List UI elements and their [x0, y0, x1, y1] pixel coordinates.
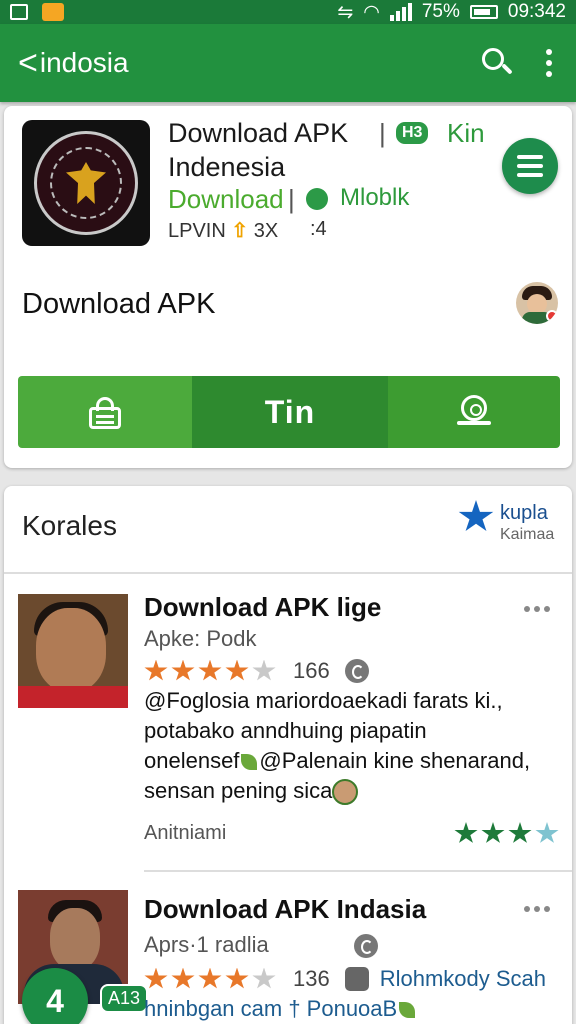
section-title: Download APK [22, 288, 216, 320]
leaf-icon [241, 754, 258, 771]
rating-badge-sub: Kaimaa [500, 526, 555, 543]
footer-rating [454, 822, 559, 845]
download-link[interactable]: Download [168, 184, 284, 215]
overflow-menu-icon[interactable] [540, 45, 558, 81]
primary-action-button[interactable]: Tin [192, 376, 388, 448]
back-button[interactable]: < [18, 46, 38, 80]
app-bar-title: indosia [39, 47, 129, 78]
kin-label: Kin [447, 118, 485, 148]
star-icon [198, 659, 222, 681]
lock-icon [89, 397, 121, 429]
review-rating: 166 [144, 658, 369, 684]
review-title: Download APK Indasia [144, 894, 427, 924]
signal-icon [389, 3, 412, 21]
meta-mid: 3X [253, 220, 279, 242]
wifi-icon: ◠ [363, 1, 380, 23]
battery-percent: 75% [421, 1, 460, 22]
notification-app-icon [42, 3, 64, 21]
app-title: Download APK [168, 118, 349, 148]
star-icon [225, 659, 249, 681]
review-line: potabako anndhuing piapatin [144, 718, 427, 743]
app-info-card: Download APK | H3 Kin Indenesia Download… [4, 106, 572, 468]
star-icon [144, 659, 168, 681]
star-icon [171, 659, 195, 681]
search-icon[interactable] [480, 46, 514, 80]
lock-button[interactable] [18, 376, 192, 448]
review-body: @Foglosia mariordoaekadi farats ki., pot… [144, 686, 564, 806]
reviews-title: Korales [22, 510, 117, 541]
mini-avatar [332, 779, 359, 806]
action-bar: Tin [18, 376, 560, 448]
up-arrow-icon: ⇧ [231, 220, 254, 242]
star-empty-icon [535, 822, 559, 843]
review-subtitle: Apke: Podk [144, 626, 257, 651]
star-empty-icon [252, 659, 276, 681]
version-pill: H3 [396, 122, 429, 144]
review-link[interactable]: Rlohmkody Scah [380, 966, 546, 992]
review-more-icon[interactable] [524, 606, 550, 612]
review-count: 136 [293, 966, 330, 991]
gallery-icon [10, 4, 28, 20]
meta-right: :4 [310, 218, 327, 240]
a13-badge: A13 [100, 984, 149, 1013]
location-button[interactable] [388, 376, 560, 448]
review-body-line: hninbgan cam † PonuoaB [144, 996, 417, 1022]
leaf-icon [399, 1002, 416, 1019]
review-line: sensan pening sica [144, 778, 333, 803]
star-icon [144, 967, 168, 989]
star-icon [225, 967, 249, 989]
review-footer: Anitniami [144, 822, 227, 844]
user-avatar[interactable] [516, 282, 558, 324]
star-icon [508, 822, 532, 843]
clock: 09:342 [507, 1, 566, 22]
vibrate-icon: ⇋ [337, 1, 354, 23]
star-icon [198, 967, 222, 989]
review-line: hninbgan cam † PonuoaB [144, 996, 398, 1021]
star-icon [171, 967, 195, 989]
title-separator: | [379, 118, 386, 148]
status-bar: ⇋ ◠ 75% 09:342 [0, 0, 576, 24]
review-count: 166 [293, 658, 330, 683]
mobile-icon [306, 188, 328, 210]
download-separator: | [288, 184, 295, 214]
meta-left: LPVIN [168, 220, 226, 242]
refresh-icon[interactable] [344, 659, 369, 683]
star-empty-icon [252, 967, 276, 989]
review-line: Foglosia mariordoaekadi farats ki., [166, 688, 503, 713]
mobile-label: Mloblk [340, 184, 410, 211]
app-icon [344, 967, 369, 991]
review-more-icon[interactable] [524, 906, 550, 912]
refresh-icon[interactable] [354, 934, 378, 958]
rating-badge-title[interactable]: kupla [500, 502, 548, 525]
review-rating: 136 Rlohmkody Scah [144, 966, 546, 992]
app-subtitle: Indenesia [168, 152, 286, 182]
location-icon [457, 395, 491, 429]
divider [144, 870, 572, 872]
review-subtitle: Aprs·1 radlia [144, 932, 269, 957]
review-line: @Palenain kine shenarand, [259, 748, 531, 773]
review-title: Download APK lige [144, 592, 382, 622]
reviews-card: Korales kupla Kaimaa Download APK lige A… [4, 486, 572, 1024]
battery-icon [469, 5, 498, 19]
review-line: onelensef [144, 748, 240, 773]
meta-info: LPVIN ⇧ 3X [168, 218, 278, 243]
app-bar: < indosia [0, 24, 576, 102]
star-icon [454, 822, 478, 843]
reviewer-photo[interactable] [18, 594, 128, 708]
star-icon[interactable] [458, 500, 494, 531]
menu-fab-button[interactable] [502, 138, 558, 194]
app-logo-icon [22, 120, 150, 246]
divider [4, 572, 572, 574]
star-icon [481, 822, 505, 843]
